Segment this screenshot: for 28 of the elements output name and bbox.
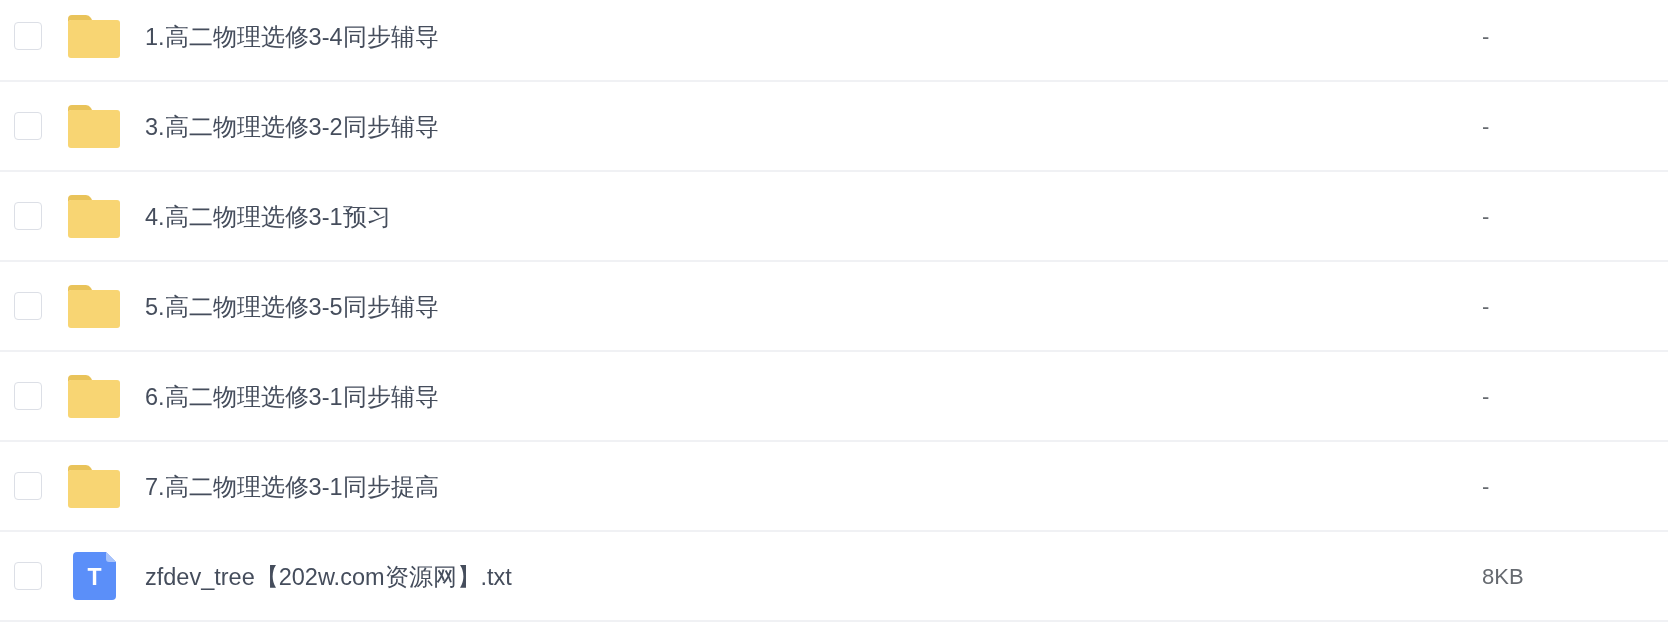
file-name[interactable]: zfdev_tree【202w.com资源网】.txt	[145, 559, 1482, 593]
text-file-icon: T	[72, 552, 116, 600]
file-size: -	[1482, 203, 1491, 230]
folder-icon	[68, 374, 120, 418]
folder-icon	[68, 14, 120, 58]
row-checkbox[interactable]	[14, 292, 42, 320]
file-size: -	[1482, 473, 1491, 500]
folder-icon	[68, 194, 120, 238]
row-checkbox[interactable]	[14, 22, 42, 50]
file-size: -	[1482, 293, 1491, 320]
folder-icon	[68, 104, 120, 148]
file-size: -	[1482, 113, 1491, 140]
folder-icon	[68, 464, 120, 508]
file-size: -	[1482, 383, 1491, 410]
row-checkbox[interactable]	[14, 562, 42, 590]
row-checkbox[interactable]	[14, 472, 42, 500]
file-name[interactable]: 6.高二物理选修3-1同步辅导	[145, 379, 1482, 413]
file-name[interactable]: 1.高二物理选修3-4同步辅导	[145, 19, 1482, 53]
file-size: -	[1482, 23, 1491, 50]
row-checkbox[interactable]	[14, 382, 42, 410]
file-size: 8KB	[1482, 563, 1525, 590]
folder-icon	[68, 284, 120, 328]
row-checkbox[interactable]	[14, 202, 42, 230]
row-checkbox[interactable]	[14, 112, 42, 140]
file-name[interactable]: 4.高二物理选修3-1预习	[145, 199, 1482, 233]
file-name[interactable]: 5.高二物理选修3-5同步辅导	[145, 289, 1482, 323]
file-name[interactable]: 7.高二物理选修3-1同步提高	[145, 469, 1482, 503]
file-name[interactable]: 3.高二物理选修3-2同步辅导	[145, 109, 1482, 143]
